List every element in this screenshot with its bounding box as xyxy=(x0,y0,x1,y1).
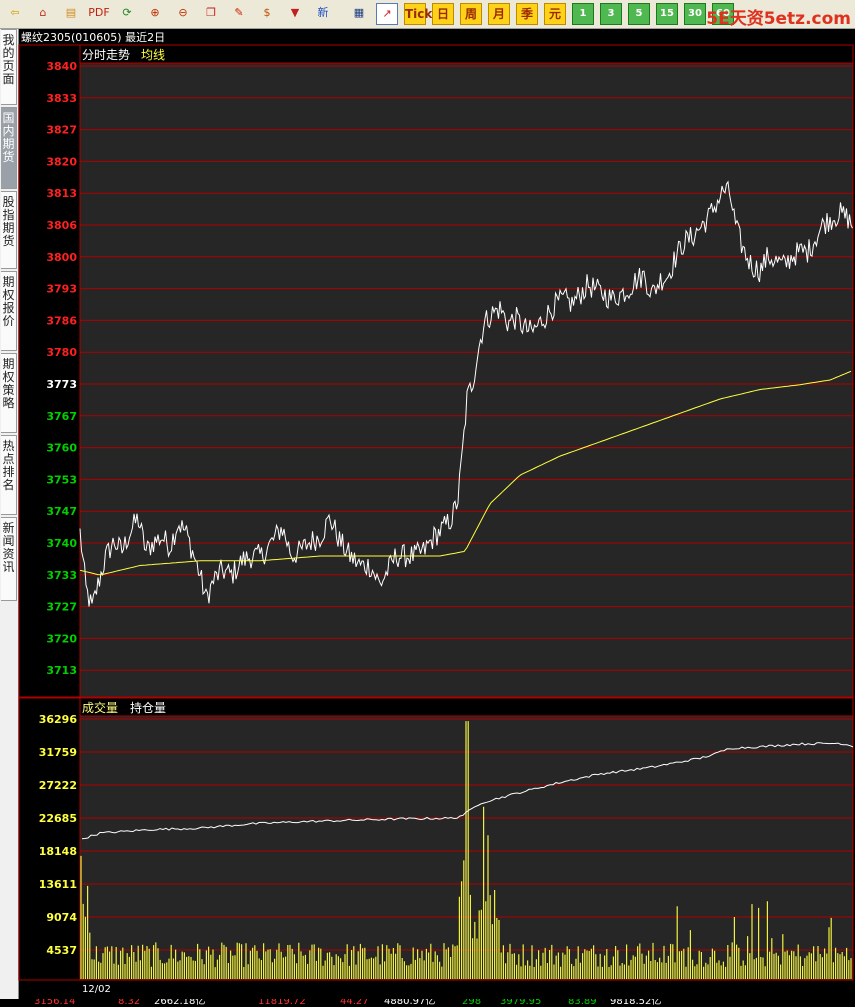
price-tick-label: 3806 xyxy=(46,219,77,232)
back-arrow-icon[interactable]: ⇦ xyxy=(4,3,26,25)
status-value: 9818.52亿 xyxy=(610,999,662,1007)
intraday-chart[interactable]: 3840 3833 3827 3820 3813 3806 3800 3793 3786 3780… xyxy=(0,0,855,1007)
price-tick-label: 3800 xyxy=(46,251,77,264)
nav-tab-2[interactable]: 股指期货 xyxy=(1,191,17,269)
price-tick-label: 3720 xyxy=(46,632,77,645)
nav-tab-label: 期权报价 xyxy=(2,275,15,328)
tick-chart-button[interactable]: Tick xyxy=(404,3,432,25)
intraday-chart-icon[interactable]: ↗ xyxy=(376,3,398,25)
status-value: 298 xyxy=(462,999,482,1007)
zoom-in-icon[interactable]: ⊕ xyxy=(144,3,166,25)
period-button-1[interactable]: 周 xyxy=(460,3,482,25)
refresh-icon[interactable]: ⟳ xyxy=(116,3,138,25)
price-panel-frame xyxy=(18,44,854,698)
price-tick-label: 3840 xyxy=(46,60,77,73)
price-tick-label: 3820 xyxy=(46,155,77,168)
status-value: 4880.97亿 xyxy=(384,999,436,1007)
nav-tab-6[interactable]: 新闻资讯 xyxy=(1,517,17,601)
volume-tick-label: 31759 xyxy=(39,746,77,759)
volume-tick-label: 27222 xyxy=(39,779,77,792)
volume-legend: 成交量 xyxy=(82,700,118,715)
period-button-2[interactable]: 月 xyxy=(488,3,510,25)
status-value: 83.89 xyxy=(568,999,597,1007)
window-icon[interactable]: ❐ xyxy=(200,3,222,25)
volume-tick-label: 18148 xyxy=(39,845,77,858)
status-value: 3156.14 xyxy=(34,999,76,1007)
instrument-title: 螺纹2305(010605) 最近2日 xyxy=(21,31,166,44)
x-axis-start-label: 12/02 xyxy=(82,984,111,995)
ma-legend: 均线 xyxy=(141,48,165,62)
price-tick-label: 3827 xyxy=(46,124,77,137)
status-value: 44.27 xyxy=(340,999,369,1007)
price-panel-label: 分时走势 xyxy=(82,48,130,62)
nav-tab-label: 热点排名 xyxy=(2,439,15,492)
nav-tab-5[interactable]: 热点排名 xyxy=(1,435,17,515)
table-icon[interactable]: ▦ xyxy=(348,3,370,25)
status-value: 3979.95 xyxy=(500,999,542,1007)
volume-tick-label: 13611 xyxy=(39,878,77,891)
zoom-out-icon[interactable]: ⊖ xyxy=(172,3,194,25)
nav-tab-3[interactable]: 期权报价 xyxy=(1,271,17,351)
price-tick-label: 3767 xyxy=(46,410,77,423)
minute-button-3[interactable]: 3 xyxy=(600,3,622,25)
minute-button-5[interactable]: 5 xyxy=(628,3,650,25)
period-button-0[interactable]: 日 xyxy=(432,3,454,25)
minute-button-30[interactable]: 30 xyxy=(684,3,706,25)
price-tick-label: 3833 xyxy=(46,92,77,105)
volume-panel-frame xyxy=(18,697,854,981)
nav-tab-1[interactable]: 国内期货 xyxy=(1,107,17,189)
nav-tab-label: 股指期货 xyxy=(2,195,15,248)
home-icon[interactable]: ⌂ xyxy=(32,3,54,25)
price-tick-label: 3740 xyxy=(46,537,77,550)
open-interest-legend: 持仓量 xyxy=(130,700,166,715)
price-tick-label: 3786 xyxy=(46,314,77,327)
ma-line xyxy=(79,370,852,576)
minute-button-1[interactable]: 1 xyxy=(572,3,594,25)
status-value: 11819.72 xyxy=(258,999,306,1007)
volume-tick-label: 36296 xyxy=(39,713,78,726)
status-value: 8.32 xyxy=(118,999,141,1007)
chart-title-bar: 螺纹2305(010605) 最近2日 xyxy=(19,29,855,44)
nav-tab-4[interactable]: 期权策略 xyxy=(1,353,17,433)
volume-tick-label: 22685 xyxy=(39,812,77,825)
price-tick-label: 3713 xyxy=(46,664,77,677)
price-tick-label: 3793 xyxy=(46,283,77,296)
volume-bars xyxy=(80,721,852,979)
volume-plot-area xyxy=(79,715,854,981)
news-icon[interactable]: 新 xyxy=(312,3,334,25)
price-tick-label: 3747 xyxy=(46,505,77,518)
price-tick-label: 3773 xyxy=(46,378,77,391)
book-icon[interactable]: ▤ xyxy=(60,3,82,25)
volume-tick-label: 4537 xyxy=(46,944,77,957)
pencil-icon[interactable]: ✎ xyxy=(228,3,250,25)
price-plot-area xyxy=(79,62,854,698)
open-interest-line xyxy=(81,742,854,840)
pdf-icon[interactable]: PDF xyxy=(88,3,110,25)
status-bar: 3156.14 8.32 2662.18亿 11819.72 44.27 4880.97亿… xyxy=(0,999,855,1007)
price-tick-label: 3733 xyxy=(46,569,77,582)
site-watermark: 5E天资5etz.com xyxy=(706,9,851,29)
nav-tab-label: 国内期货 xyxy=(2,111,15,164)
nav-tab-label: 新闻资讯 xyxy=(2,521,15,574)
period-button-4[interactable]: 元 xyxy=(544,3,566,25)
minute-button-15[interactable]: 15 xyxy=(656,3,678,25)
period-button-3[interactable]: 季 xyxy=(516,3,538,25)
nav-tab-label: 期权策略 xyxy=(2,357,15,410)
price-tick-label: 3727 xyxy=(46,601,77,614)
price-tick-label: 3753 xyxy=(46,473,77,486)
left-navigation: 我的页面国内期货股指期货期权报价期权策略热点排名新闻资讯 xyxy=(0,29,19,1007)
volume-tick-label: 9074 xyxy=(46,911,77,924)
price-tick-label: 3760 xyxy=(46,442,77,455)
money-bag-icon[interactable]: $ xyxy=(256,3,278,25)
status-value: 2662.18亿 xyxy=(154,999,206,1007)
price-line xyxy=(79,180,853,607)
price-tick-label: 3780 xyxy=(46,346,77,359)
nav-tab-label: 我的页面 xyxy=(2,33,15,86)
filter-icon[interactable]: ▼ xyxy=(284,3,306,25)
nav-tab-0[interactable]: 我的页面 xyxy=(1,29,17,105)
price-tick-label: 3813 xyxy=(46,187,77,200)
